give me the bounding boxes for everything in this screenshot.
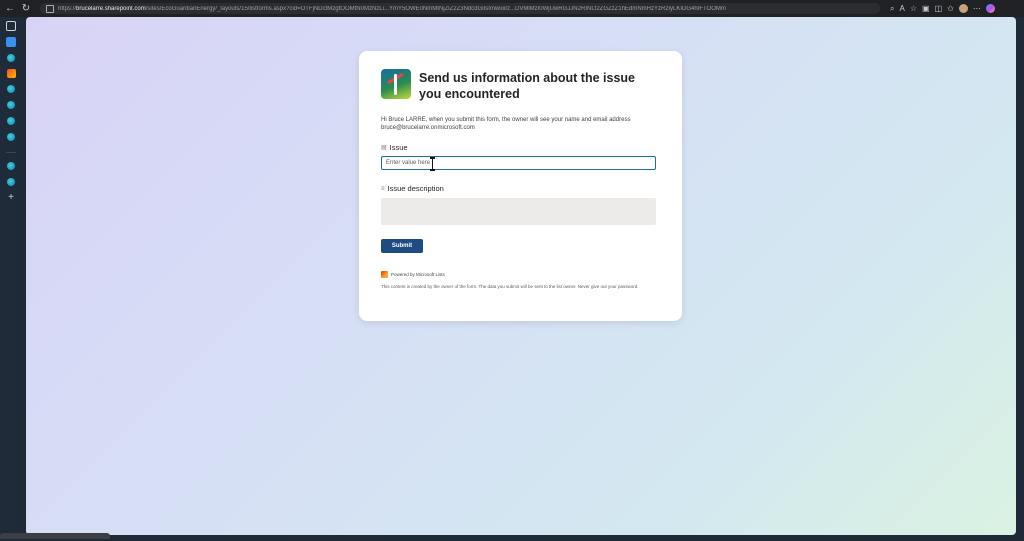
back-arrow-icon[interactable]: ← (4, 3, 16, 15)
issue-label: Issue (389, 143, 408, 152)
form-title: Send us information about the issue you … (419, 71, 635, 101)
submit-button[interactable]: Submit (381, 239, 423, 253)
site-logo (381, 69, 411, 99)
form-header: Send us information about the issue you … (381, 69, 660, 102)
edge-tab-icon[interactable] (7, 162, 15, 170)
multiline-text-icon: ≡ (381, 185, 385, 192)
lock-icon (46, 4, 54, 13)
taskbar-tab (0, 533, 110, 539)
description-label-row: ≡ Issue description (381, 184, 660, 193)
edge-tab-icon[interactable] (7, 178, 15, 186)
edge-tab-icon[interactable] (7, 133, 15, 141)
toolbar-right: ⌕ A ☆ ▣ ◫ ✩ ⋯ (890, 4, 995, 14)
powered-by: Powered by Microsoft Lists (381, 271, 660, 278)
microsoft-lists-icon (381, 271, 388, 278)
more-options-icon[interactable]: ⋯ (973, 4, 981, 14)
text-field-icon: ▤ (381, 145, 387, 151)
edge-tab-icon[interactable] (7, 117, 15, 125)
zoom-icon[interactable]: ⌕ (890, 4, 894, 14)
browser-sidebar: + (0, 17, 22, 541)
active-tab-icon[interactable] (6, 37, 16, 47)
tab-panel-icon[interactable] (6, 21, 16, 31)
refresh-icon[interactable]: ↻ (20, 3, 32, 15)
edge-tab-icon[interactable] (7, 54, 15, 62)
description-label: Issue description (387, 184, 444, 193)
office-tab-icon[interactable] (6, 69, 16, 78)
profile-avatar[interactable] (958, 4, 968, 13)
issue-label-row: ▤ Issue (381, 143, 660, 152)
edge-tab-icon[interactable] (7, 101, 15, 109)
favorites-icon[interactable]: ✩ (947, 4, 954, 14)
description-textarea[interactable] (381, 198, 656, 225)
disclaimer: This content is created by the owner of … (381, 284, 639, 289)
url-text: https://brucelarre.sharepoint.com/sites/… (58, 5, 726, 12)
copilot-icon[interactable] (985, 4, 995, 13)
address-bar[interactable]: https://brucelarre.sharepoint.com/sites/… (40, 3, 880, 14)
read-aloud-icon[interactable]: A (899, 4, 904, 14)
edge-tab-icon[interactable] (7, 85, 15, 93)
text-cursor-icon (430, 157, 435, 171)
issue-input[interactable]: Enter value here (381, 156, 656, 171)
extension-icon[interactable]: ▣ (922, 4, 930, 14)
powered-by-text: Powered by Microsoft Lists (391, 272, 445, 277)
form-card: Send us information about the issue you … (359, 51, 682, 321)
favorite-star-icon[interactable]: ☆ (910, 4, 917, 14)
new-tab-plus-icon[interactable]: + (6, 193, 16, 203)
split-screen-icon[interactable]: ◫ (935, 4, 943, 14)
form-intro: Hi Bruce LARRE, when you submit this for… (381, 117, 631, 131)
browser-toolbar: ← ↻ https://brucelarre.sharepoint.com/si… (0, 0, 1024, 17)
sidebar-divider (6, 152, 16, 153)
issue-placeholder: Enter value here (386, 160, 431, 166)
page-content: Send us information about the issue you … (26, 17, 1016, 535)
